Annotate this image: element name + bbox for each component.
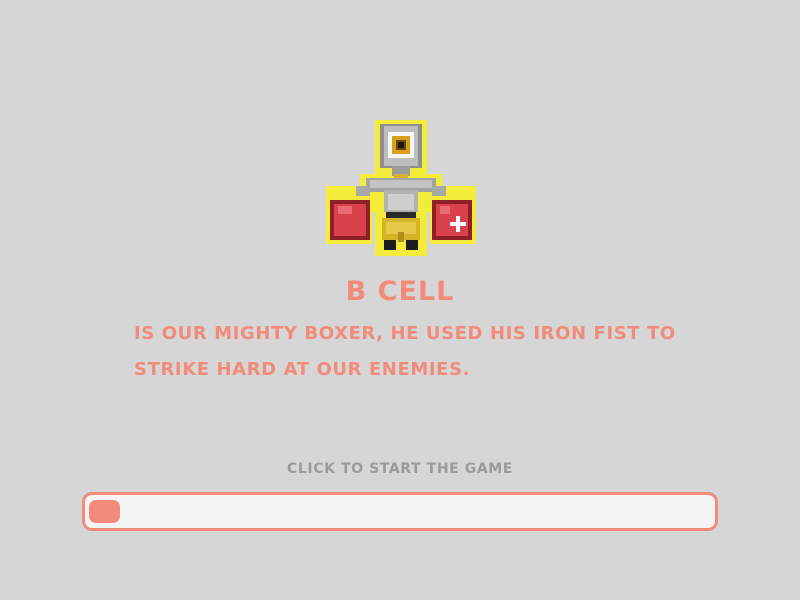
character-description: IS OUR MIGHTY BOXER, HE USED HIS IRON FI… xyxy=(134,323,676,380)
start-game-prompt[interactable]: CLICK TO START THE GAME xyxy=(0,461,800,477)
loading-progress-bar xyxy=(82,492,718,531)
character-name: B CELL xyxy=(345,276,455,307)
b-cell-character-sprite xyxy=(326,120,476,260)
game-intro-screen[interactable]: B CELL IS OUR MIGHTY BOXER, HE USED HIS … xyxy=(0,0,800,600)
loading-progress-fill xyxy=(89,500,120,523)
